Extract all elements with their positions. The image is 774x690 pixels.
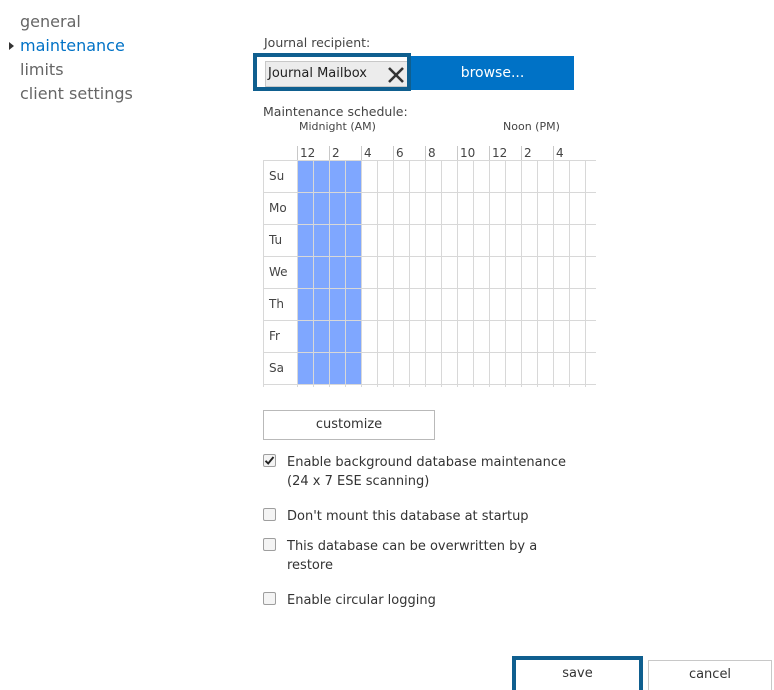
schedule-cell-selected[interactable] — [330, 353, 345, 384]
grid-hline — [263, 320, 596, 321]
hour-tick-mark — [489, 146, 490, 160]
schedule-cell-selected[interactable] — [298, 289, 313, 320]
schedule-cell-selected[interactable] — [314, 161, 329, 192]
schedule-cell-selected[interactable] — [298, 161, 313, 192]
schedule-cell-selected[interactable] — [346, 257, 361, 288]
background-maintenance-checkbox[interactable] — [263, 454, 276, 467]
schedule-cell-selected[interactable] — [314, 257, 329, 288]
background-maintenance-label: Enable background database maintenance (… — [287, 455, 567, 489]
dont-mount-label: Don't mount this database at startup — [287, 509, 529, 524]
nav-item-client-settings[interactable]: client settings — [20, 82, 133, 106]
schedule-cell-selected[interactable] — [298, 321, 313, 352]
hour-tick-mark — [457, 146, 458, 160]
schedule-cell-selected[interactable] — [298, 225, 313, 256]
schedule-cell-selected[interactable] — [330, 289, 345, 320]
hour-tick-label: 4 — [364, 146, 372, 160]
schedule-cell-selected[interactable] — [346, 289, 361, 320]
schedule-cell-selected[interactable] — [298, 353, 313, 384]
grid-hline — [263, 192, 596, 193]
hour-tick-mark — [329, 146, 330, 160]
schedule-cell-selected[interactable] — [314, 289, 329, 320]
grid-hline — [263, 160, 596, 161]
option-background-maintenance[interactable]: Enable background database maintenance (… — [263, 453, 583, 493]
day-label: Su — [269, 169, 285, 183]
hour-tick-label: 10 — [460, 146, 476, 160]
hour-tick-mark — [393, 146, 394, 160]
day-label: Sa — [269, 361, 284, 375]
schedule-cell-selected[interactable] — [346, 161, 361, 192]
hour-tick-label: 12 — [492, 146, 508, 160]
hour-tick-mark — [521, 146, 522, 160]
hour-tick-label: 8 — [428, 146, 436, 160]
schedule-cell-selected[interactable] — [346, 321, 361, 352]
schedule-cell-selected[interactable] — [330, 193, 345, 224]
hour-tick-label: 4 — [556, 146, 564, 160]
schedule-cell-selected[interactable] — [314, 225, 329, 256]
customize-button[interactable]: customize — [263, 410, 435, 440]
schedule-cell-selected[interactable] — [330, 225, 345, 256]
day-label: Tu — [269, 233, 283, 247]
schedule-cell-selected[interactable] — [314, 321, 329, 352]
schedule-cell-selected[interactable] — [298, 257, 313, 288]
grid-hline — [263, 224, 596, 225]
grid-hline — [263, 384, 596, 385]
option-overwrite-restore[interactable]: This database can be overwritten by a re… — [263, 537, 583, 577]
schedule-cell-selected[interactable] — [346, 193, 361, 224]
option-dont-mount[interactable]: Don't mount this database at startup — [263, 507, 583, 527]
schedule-cell-selected[interactable] — [330, 161, 345, 192]
circular-logging-label: Enable circular logging — [287, 593, 436, 608]
overwrite-restore-checkbox[interactable] — [263, 538, 276, 551]
overwrite-restore-label: This database can be overwritten by a re… — [287, 539, 538, 573]
hour-tick-mark — [425, 146, 426, 160]
cancel-button[interactable]: cancel — [648, 660, 772, 690]
option-circular-logging[interactable]: Enable circular logging — [263, 591, 583, 611]
day-label: Mo — [269, 201, 287, 215]
hour-tick-mark — [297, 146, 298, 160]
recipient-highlight — [253, 53, 411, 91]
nav-item-general[interactable]: general — [20, 10, 133, 34]
day-label: We — [269, 265, 288, 279]
schedule-cell-selected[interactable] — [346, 353, 361, 384]
maintenance-schedule-label: Maintenance schedule: — [263, 104, 408, 119]
grid-hline — [263, 256, 596, 257]
schedule-cell-selected[interactable] — [346, 225, 361, 256]
schedule-cell-selected[interactable] — [330, 321, 345, 352]
hour-tick-mark — [361, 146, 362, 160]
midnight-label: Midnight (AM) — [299, 120, 376, 133]
hour-tick-label: 12 — [300, 146, 316, 160]
circular-logging-checkbox[interactable] — [263, 592, 276, 605]
schedule-cell-selected[interactable] — [298, 193, 313, 224]
schedule-cell-selected[interactable] — [314, 193, 329, 224]
nav-item-limits[interactable]: limits — [20, 58, 133, 82]
browse-button[interactable]: browse... — [411, 56, 574, 90]
schedule-grid[interactable]: Su Mo Tu We Th Fr Sa — [263, 160, 596, 387]
hour-tick-label: 2 — [332, 146, 340, 160]
left-nav: general maintenance limits client settin… — [9, 10, 133, 106]
hour-tick-mark — [553, 146, 554, 160]
schedule-cell-selected[interactable] — [314, 353, 329, 384]
noon-label: Noon (PM) — [503, 120, 560, 133]
hour-tick-label: 2 — [524, 146, 532, 160]
grid-hline — [263, 352, 596, 353]
day-label: Th — [269, 297, 284, 311]
checkmark-icon — [264, 456, 275, 465]
schedule-cell-selected[interactable] — [330, 257, 345, 288]
dont-mount-checkbox[interactable] — [263, 508, 276, 521]
day-label: Fr — [269, 329, 280, 343]
journal-recipient-label: Journal recipient: — [264, 35, 371, 50]
grid-hline — [263, 288, 596, 289]
nav-item-maintenance[interactable]: maintenance — [9, 34, 133, 58]
hour-tick-label: 6 — [396, 146, 404, 160]
